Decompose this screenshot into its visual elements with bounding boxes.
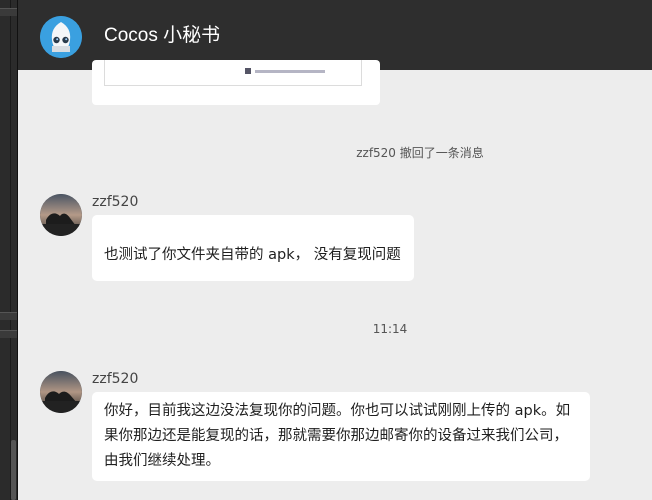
sender-name: zzf520 [92, 194, 139, 210]
strip-scrollbar[interactable] [11, 440, 16, 500]
strip-marker [0, 8, 17, 16]
sunset-avatar[interactable] [40, 194, 82, 236]
sender-name: zzf520 [92, 371, 139, 387]
strip-marker [0, 312, 17, 320]
message-list: zzf520 撤回了一条消息 zzf520 也测试了你文件夹自带的 apk， 没… [18, 60, 652, 500]
timestamp: 11:14 [372, 322, 408, 336]
thumbnail-text-line [255, 70, 325, 73]
background-window-strip [0, 0, 17, 500]
image-thumbnail [104, 60, 362, 86]
message-text-line: 你好，目前我这边没法复现你的问题。你也可以试试刚刚上传的 apk。如 [104, 403, 571, 419]
thumbnail-icon [245, 68, 251, 74]
message-text: 也测试了你文件夹自带的 apk， 没有复现问题 [104, 247, 401, 263]
chat-window: Cocos 小秘书 zzf520 撤回了一条消息 zzf520 也测试了你文件夹… [17, 0, 652, 500]
strip-marker [0, 330, 17, 338]
image-message-card[interactable] [92, 60, 380, 105]
message-text-line: 由我们继续处理。 [104, 453, 220, 469]
chat-title: Cocos 小秘书 [104, 25, 221, 46]
sunset-avatar[interactable] [40, 371, 82, 413]
cocos-mascot-icon[interactable] [40, 16, 82, 58]
strip-divider [10, 0, 11, 500]
message-text-line: 果你那边还是能复现的话，那就需要你那边邮寄你的设备过来我们公司， [104, 428, 568, 444]
message-bubble[interactable]: 你好，目前我这边没法复现你的问题。你也可以试试刚刚上传的 apk。如 果你那边还… [92, 392, 590, 481]
recall-notice: zzf520 撤回了一条消息 [356, 146, 484, 160]
message-bubble[interactable]: 也测试了你文件夹自带的 apk， 没有复现问题 [92, 215, 414, 281]
